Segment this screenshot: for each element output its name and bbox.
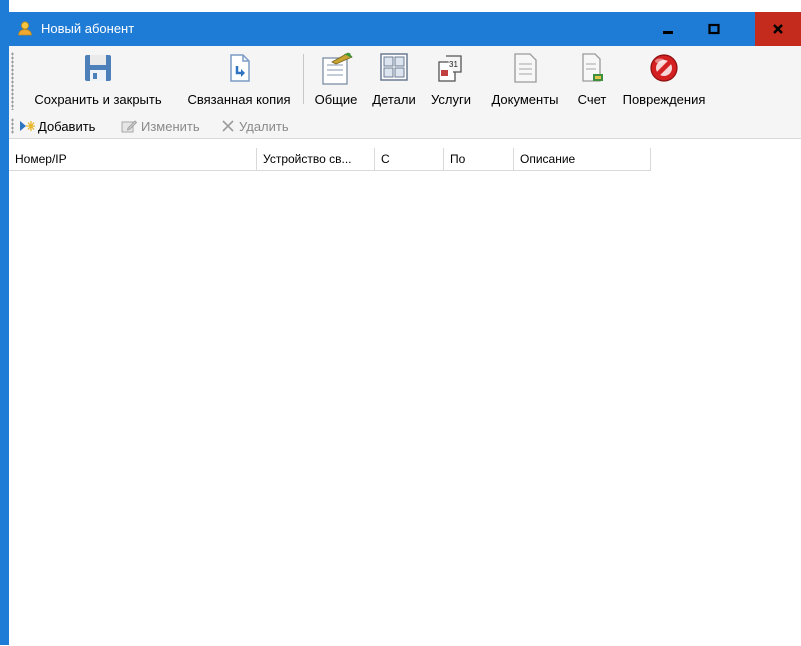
notepad-pen-icon [318,52,354,89]
save-and-close-button[interactable]: Сохранить и закрыть [23,50,173,110]
close-icon [773,24,783,34]
column-header-label: С [381,152,390,166]
maximize-icon [708,23,720,35]
services-button[interactable]: 31 Услуги [423,50,479,110]
maximize-button[interactable] [691,12,737,46]
toolbar-grip[interactable] [11,52,14,110]
column-header-number-ip[interactable]: Номер/IP [9,148,257,171]
column-header-label: Номер/IP [15,152,67,166]
column-header-description[interactable]: Описание [514,148,651,171]
edit-icon [121,119,137,133]
toolbar-item-label: Общие [314,92,358,107]
edit-label: Изменить [141,118,200,134]
toolbar-item-label: Связанная копия [187,92,291,107]
column-header-to[interactable]: По [444,148,514,171]
column-header-label: Описание [520,152,576,166]
invoice-icon [578,52,606,87]
floppy-disk-icon [82,52,114,87]
delete-label: Удалить [239,118,289,134]
toolbar-item-label: Услуги [431,92,471,107]
numbers-grid[interactable]: Номер/IP Устройство св... С По Описание [9,138,801,646]
main-toolbar: Сохранить и закрыть Связанная копия Общи… [9,46,801,114]
toolbar-separator [303,54,304,104]
window-title: Новый абонент [41,21,135,36]
documents-button[interactable]: Документы [481,50,569,110]
svg-text:31: 31 [449,60,458,69]
minimize-icon [663,31,673,34]
edit-button[interactable]: Изменить [121,117,200,135]
title-bar[interactable]: Новый абонент [9,12,801,46]
invoice-button[interactable]: Счет [569,50,615,110]
add-button[interactable]: Добавить [19,117,95,135]
toolbar-item-label: Счет [577,92,607,107]
column-header-label: Устройство св... [263,152,352,166]
linked-copy-button[interactable]: Связанная копия [179,50,299,110]
toolbar-grip[interactable] [11,118,14,134]
column-header-label: По [450,152,466,166]
toolbar-item-label: Детали [372,92,416,107]
add-label: Добавить [38,118,96,134]
details-button[interactable]: Детали [365,50,423,110]
column-header-device[interactable]: Устройство св... [257,148,375,171]
document-icon [510,52,540,87]
general-button[interactable]: Общие [309,50,363,110]
toolbar-item-label: Повреждения [622,92,706,107]
document-copy-icon [223,52,255,87]
client-area: Сохранить и закрыть Связанная копия Общи… [9,46,801,646]
delete-icon [221,119,235,133]
damages-button[interactable]: Повреждения [615,50,713,110]
user-icon [17,20,33,36]
no-entry-icon [648,52,680,87]
details-grid-icon [379,52,409,85]
actions-toolbar: Добавить Изменить Удалить [9,114,801,138]
window-left-border [0,0,9,645]
minimize-button[interactable] [645,12,691,46]
toolbar-item-label: Документы [491,92,559,107]
add-icon [19,120,35,132]
delete-button[interactable]: Удалить [221,117,289,135]
app-window: Новый абонент Сохранить и закрыть Связан… [0,0,801,646]
calendar-services-icon: 31 [435,52,467,87]
close-button[interactable] [755,12,801,46]
toolbar-item-label: Сохранить и закрыть [34,92,162,107]
column-header-from[interactable]: С [375,148,444,171]
